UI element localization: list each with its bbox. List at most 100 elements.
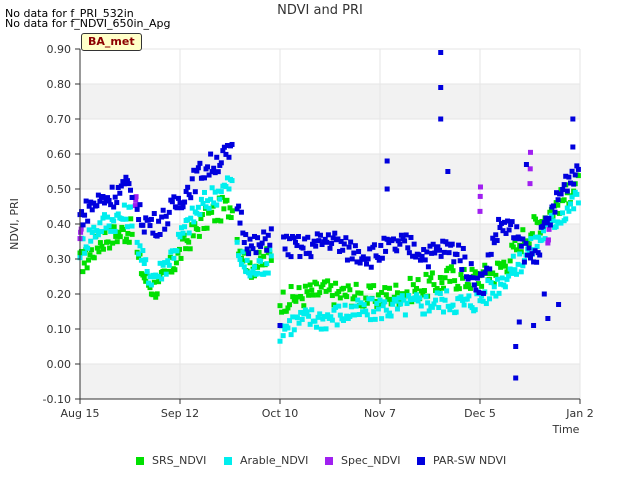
data-point [340,317,346,323]
data-point [368,264,374,270]
data-point [154,291,160,297]
data-point [268,253,274,259]
data-point [299,296,305,302]
data-point [418,303,424,309]
data-point [140,248,146,254]
data-point [299,316,305,322]
data-point [430,241,436,247]
data-point [517,251,523,257]
data-point [114,200,120,206]
data-point [437,274,443,280]
data-point [305,234,311,240]
site-badge: BA_met [81,33,142,51]
data-point [399,293,405,299]
data-point [509,219,515,225]
data-point [520,227,526,233]
data-point [326,287,332,293]
data-point [80,269,86,275]
data-point [165,221,171,227]
data-point [507,266,513,272]
data-point [358,290,364,296]
data-point [356,249,362,255]
data-point [114,239,120,245]
data-point [344,257,350,263]
data-point [302,283,308,289]
data-point [570,144,576,150]
data-point [288,284,294,290]
data-point [372,316,378,322]
data-point [466,293,472,299]
data-point [201,189,207,195]
data-point [421,311,427,317]
data-point [462,254,468,260]
data-point [364,312,370,318]
data-point [82,250,88,256]
data-point [258,258,264,264]
data-point [337,295,343,301]
data-point [488,251,494,257]
x-tick-label: Dec 5 [464,407,496,420]
data-point [477,208,483,214]
data-point [247,236,253,242]
data-point [128,216,134,222]
data-point [117,190,123,196]
data-point [487,296,493,302]
data-point [414,285,420,291]
data-point [387,285,393,291]
data-point [379,255,385,261]
data-point [317,311,323,317]
data-point [84,265,90,271]
data-point [453,309,459,315]
y-tick-label: 0.30 [47,253,72,266]
data-point [205,164,211,170]
data-point [334,322,340,328]
data-point [563,216,569,222]
data-point [367,317,373,323]
data-point [218,218,224,224]
data-point [296,285,302,291]
data-point [253,250,259,256]
data-point [317,232,323,238]
data-point [477,193,483,199]
data-point [308,254,314,260]
data-point [234,239,240,245]
y-tick-label: 0.60 [47,148,72,161]
data-point [166,209,172,215]
data-point [394,306,400,312]
data-point [402,312,408,318]
data-point [340,285,346,291]
data-point [291,327,297,333]
data-point [437,247,443,253]
y-tick-label: 0.90 [47,43,72,56]
data-point [457,258,463,264]
data-point [172,267,178,273]
data-point [309,307,315,313]
data-point [352,243,358,249]
x-tick-label: Aug 15 [61,407,100,420]
legend-label: PAR-SW NDVI [433,454,507,467]
data-point [148,282,154,288]
data-point [351,250,357,256]
data-point [476,290,482,296]
data-point [214,154,220,160]
data-point [482,270,488,276]
data-point [163,271,169,277]
data-point [147,223,153,229]
data-point [514,224,520,230]
data-point [390,236,396,242]
data-point [137,243,143,249]
data-point [310,292,316,298]
data-point [451,259,457,265]
data-point [456,286,462,292]
data-point [569,194,575,200]
data-point [378,242,384,248]
data-point [268,226,274,232]
data-point [111,204,117,210]
data-point [534,259,540,265]
data-point [452,278,458,284]
data-point [403,232,409,238]
data-point [561,182,567,188]
data-point [183,246,189,252]
data-point [547,222,553,228]
data-point [353,303,359,309]
